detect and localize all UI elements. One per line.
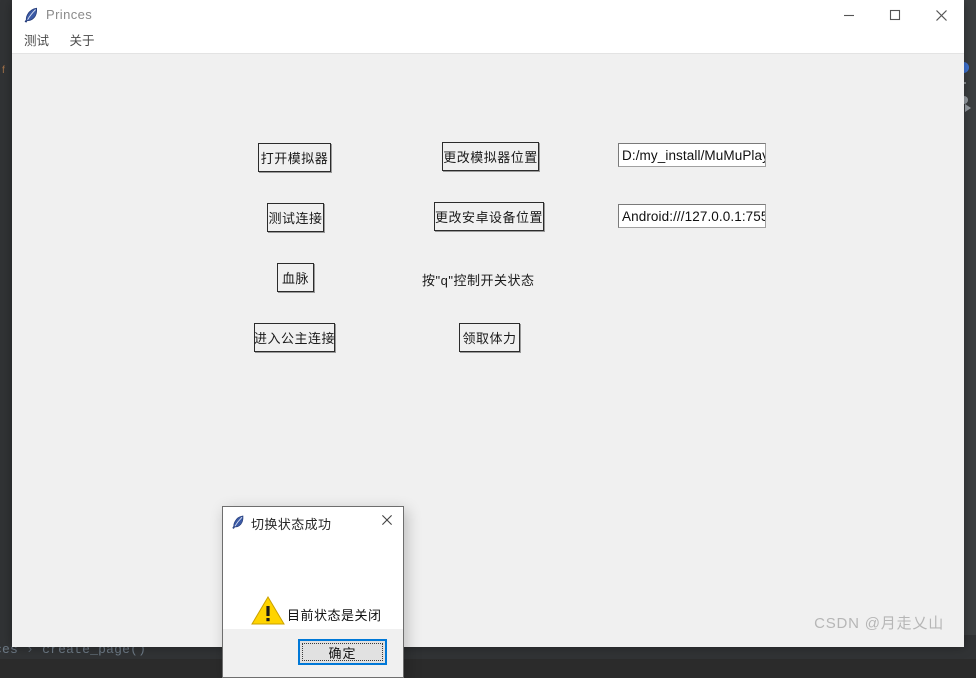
message-dialog: 切换状态成功 目前状态是关闭 确定: [222, 506, 404, 678]
enter-princess-connect-button[interactable]: 进入公主连接: [254, 323, 335, 352]
emulator-path-value: D:/my_install/MuMuPlaye: [622, 147, 766, 163]
title-bar[interactable]: Princes: [12, 0, 964, 31]
minimize-button[interactable]: [826, 0, 872, 30]
emulator-path-input[interactable]: D:/my_install/MuMuPlaye: [618, 143, 766, 167]
bloodline-button[interactable]: 血脉: [277, 263, 314, 292]
client-area: 打开模拟器 更改模拟器位置 测试连接 更改安卓设备位置 血脉 按"q"控制开关状…: [12, 53, 964, 678]
device-address-input[interactable]: Android:///127.0.0.1:755: [618, 204, 766, 228]
menu-item-test[interactable]: 测试: [16, 31, 57, 52]
warning-triangle-icon: [251, 595, 285, 626]
dialog-ok-button[interactable]: 确定: [298, 639, 387, 665]
device-address-value: Android:///127.0.0.1:755: [622, 208, 766, 224]
watermark: CSDN @月走乂山: [814, 615, 944, 632]
dialog-close-button[interactable]: [371, 507, 403, 537]
maximize-icon: [889, 9, 901, 21]
feather-icon: [230, 514, 246, 530]
feather-icon: [22, 6, 40, 24]
bookmark-marker-tail-icon: [965, 104, 971, 112]
close-icon: [935, 9, 948, 22]
ide-gutter-mark-icon: f: [2, 65, 5, 76]
change-emulator-path-button[interactable]: 更改模拟器位置: [442, 142, 539, 171]
minimize-icon: [843, 9, 855, 21]
menu-bar[interactable]: 测试 关于: [12, 31, 964, 53]
dialog-body: 目前状态是关闭: [223, 537, 403, 631]
dialog-title-bar[interactable]: 切换状态成功: [223, 507, 403, 537]
open-emulator-button[interactable]: 打开模拟器: [258, 143, 331, 172]
menu-item-about[interactable]: 关于: [61, 31, 102, 52]
window-title: Princes: [46, 7, 93, 22]
app-window: Princes 测试 关于 打开模拟器 更改模拟器位置 测试连接 更改安卓设备位…: [12, 0, 964, 678]
switch-hint-label: 按"q"控制开关状态: [422, 273, 535, 288]
maximize-button[interactable]: [872, 0, 918, 30]
dialog-footer: 确定: [223, 629, 403, 677]
dialog-title: 切换状态成功: [251, 517, 332, 532]
claim-stamina-button[interactable]: 领取体力: [459, 323, 520, 352]
close-button[interactable]: [918, 0, 964, 30]
change-device-path-button[interactable]: 更改安卓设备位置: [434, 202, 544, 231]
close-icon: [381, 513, 393, 531]
dialog-message: 目前状态是关闭: [287, 608, 382, 623]
test-connection-button[interactable]: 测试连接: [267, 203, 324, 232]
